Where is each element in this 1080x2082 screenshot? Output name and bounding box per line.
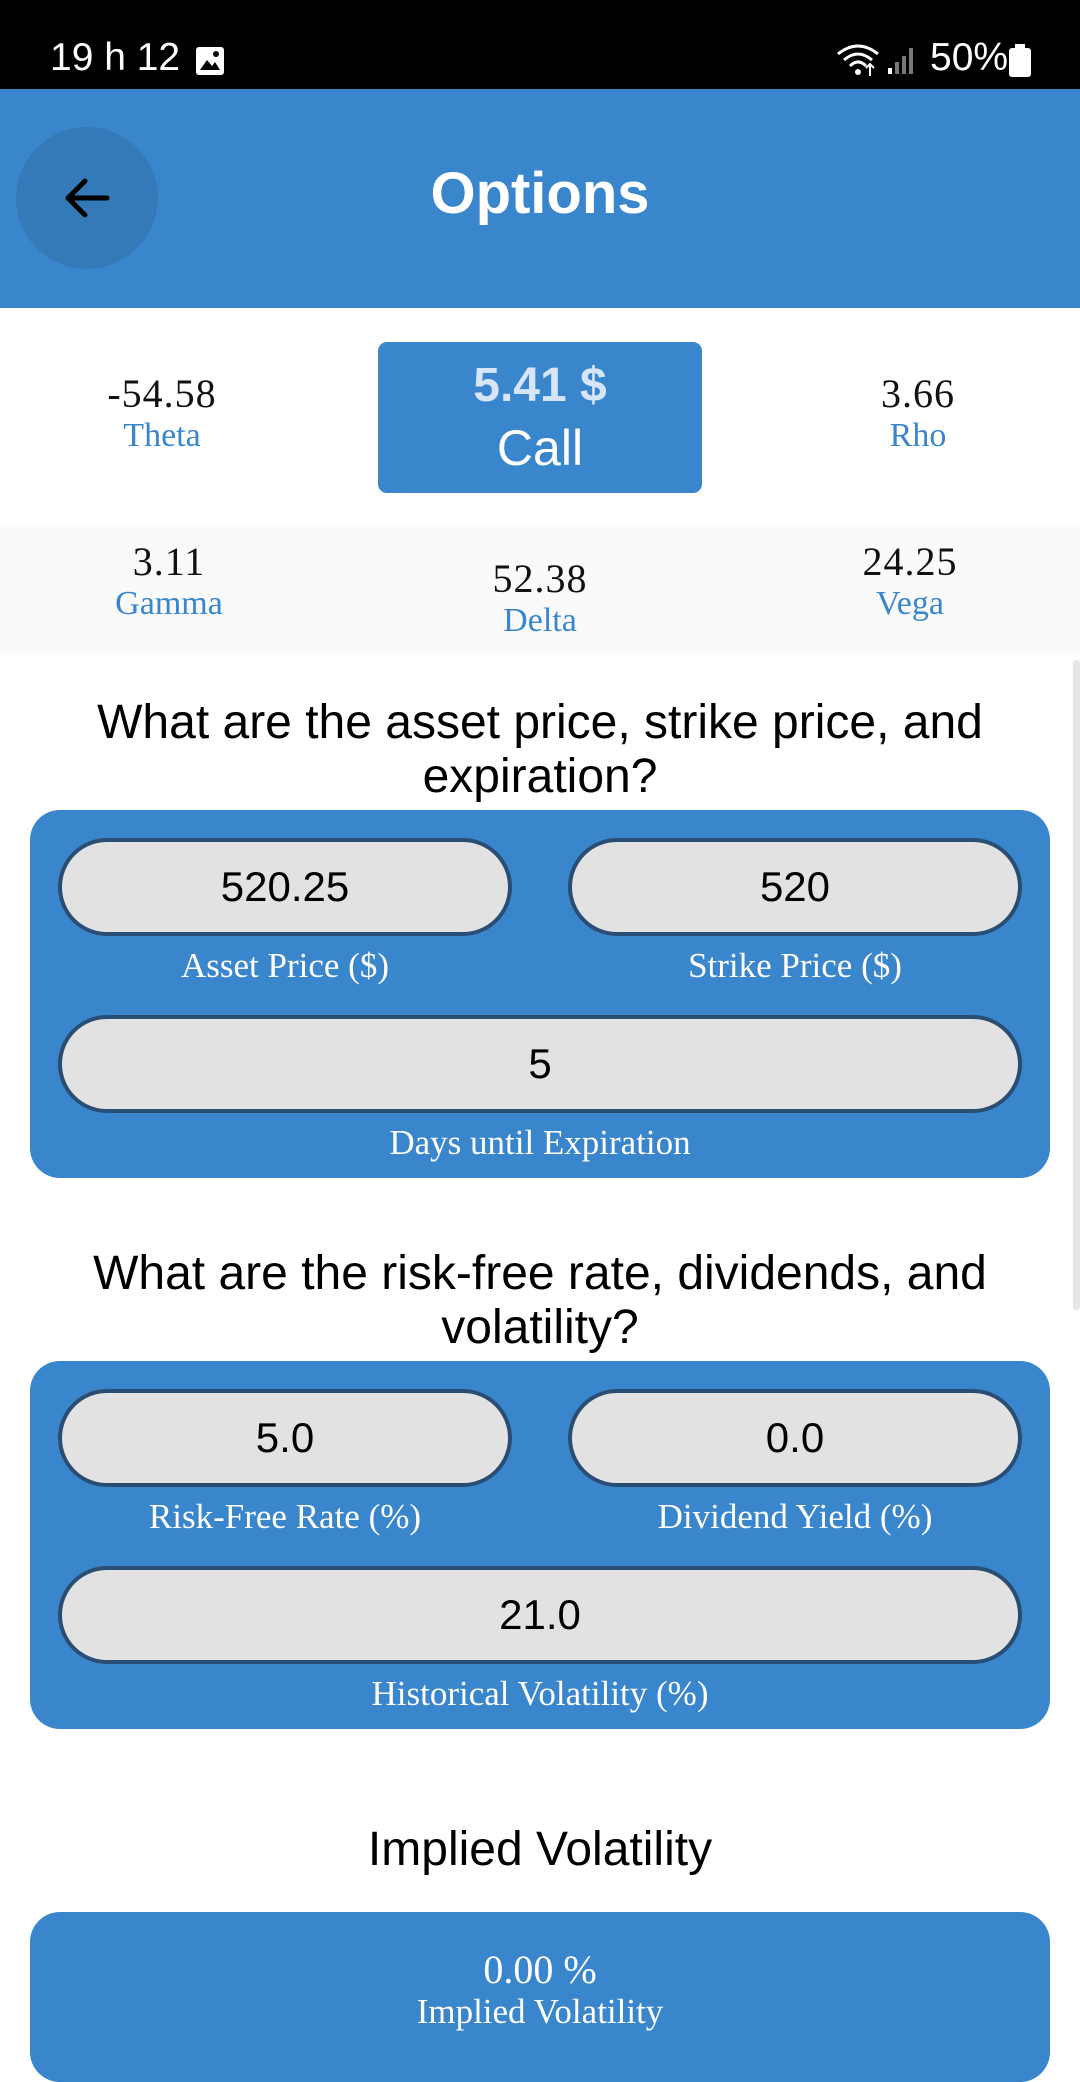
theta-value: -54.58	[107, 371, 217, 416]
dividend-yield-input[interactable]: 0.0	[568, 1389, 1022, 1487]
section-heading-rates: What are the risk-free rate, dividends, …	[40, 1247, 1040, 1355]
vega-label: Vega	[876, 585, 944, 622]
option-type: Call	[496, 420, 584, 476]
risk-free-rate-input[interactable]: 5.0	[58, 1389, 512, 1487]
strike-price-input[interactable]: 520	[568, 838, 1022, 936]
days-until-expiration-input[interactable]: 5	[58, 1015, 1022, 1113]
days-until-expiration-label: Days until Expiration	[389, 1123, 691, 1162]
signal-icon	[886, 44, 918, 76]
risk-free-rate-label: Risk-Free Rate (%)	[148, 1497, 422, 1536]
page-title: Options	[430, 161, 650, 226]
status-time: 19 h 12	[50, 36, 181, 79]
gallery-icon	[195, 46, 225, 76]
implied-volatility-label: Implied Volatility	[416, 1992, 664, 2031]
prices-panel: 520.25 Asset Price ($) 520 Strike Price …	[30, 810, 1050, 1178]
historical-volatility-input[interactable]: 21.0	[58, 1566, 1022, 1664]
asset-price-label: Asset Price ($)	[180, 946, 389, 985]
option-price: 5.41 $	[473, 359, 607, 412]
section-heading-prices: What are the asset price, strike price, …	[40, 696, 1040, 804]
greek-theta: -54.58 Theta	[32, 370, 292, 455]
rates-panel: 5.0 Risk-Free Rate (%) 0.0 Dividend Yiel…	[30, 1361, 1050, 1729]
heading-line: What are the asset price, strike price, …	[97, 696, 983, 749]
battery-percent: 50%	[930, 36, 1009, 79]
wifi-icon	[836, 42, 880, 78]
section-heading-implied-volatility: Implied Volatility	[367, 1823, 713, 1876]
greek-gamma: 3.11 Gamma	[39, 538, 299, 623]
rho-label: Rho	[889, 417, 947, 454]
historical-volatility-label: Historical Volatility (%)	[371, 1674, 709, 1713]
heading-line: expiration?	[422, 750, 658, 803]
scrollbar[interactable]	[1073, 660, 1080, 1310]
delta-value: 52.38	[492, 556, 588, 601]
gamma-value: 3.11	[132, 539, 206, 584]
heading-line: volatility?	[441, 1301, 639, 1354]
dividend-yield-label: Dividend Yield (%)	[657, 1497, 933, 1536]
greek-delta: 52.38 Delta	[410, 555, 670, 640]
asset-price-input[interactable]: 520.25	[58, 838, 512, 936]
rho-value: 3.66	[881, 371, 955, 416]
greek-vega: 24.25 Vega	[780, 538, 1040, 623]
gamma-label: Gamma	[115, 585, 223, 622]
vega-value: 24.25	[862, 539, 958, 584]
option-price-card: 5.41 $ Call	[378, 342, 702, 493]
battery-icon	[1008, 44, 1032, 78]
strike-price-label: Strike Price ($)	[688, 946, 902, 985]
heading-line: What are the risk-free rate, dividends, …	[93, 1247, 987, 1300]
theta-label: Theta	[123, 417, 201, 454]
implied-volatility-panel: 0.00 % Implied Volatility	[30, 1912, 1050, 2082]
greek-rho: 3.66 Rho	[788, 370, 1048, 455]
implied-volatility-value: 0.00 %	[483, 1947, 597, 1992]
delta-label: Delta	[503, 602, 577, 639]
